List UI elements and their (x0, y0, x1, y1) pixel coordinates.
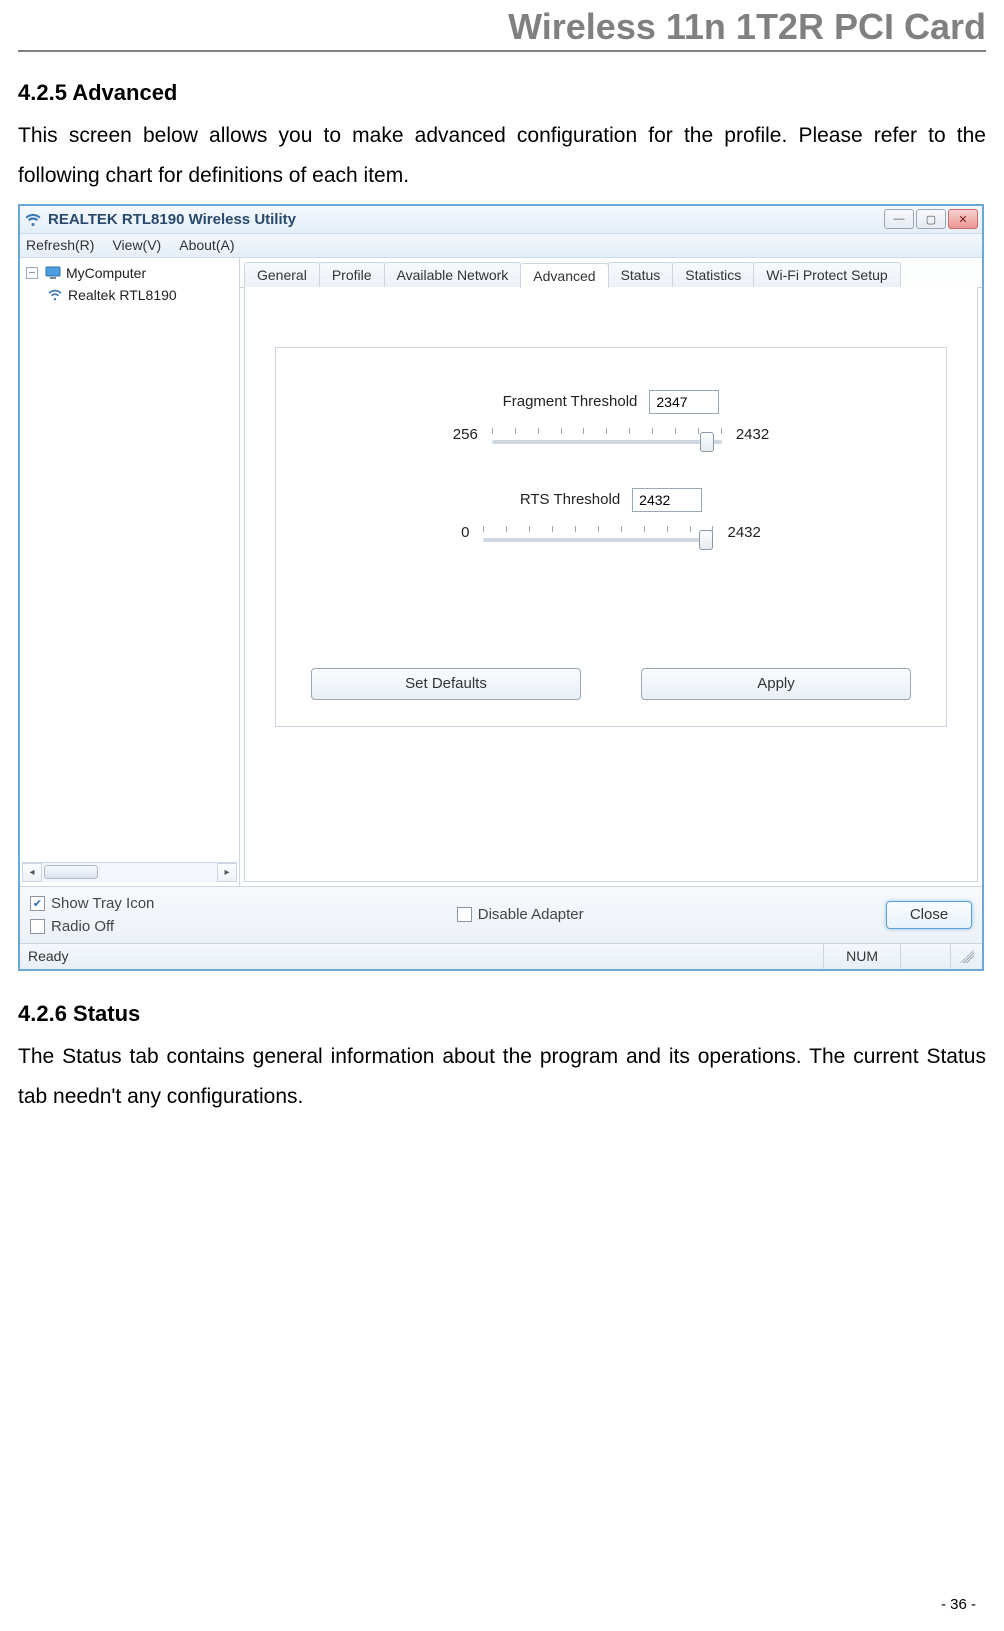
disable-adapter-label: Disable Adapter (478, 906, 584, 923)
tab-advanced[interactable]: Advanced (520, 263, 608, 288)
adapter-icon (46, 286, 64, 304)
sidebar-scrollbar[interactable]: ◂ ▸ (22, 862, 237, 882)
set-defaults-button[interactable]: Set Defaults (311, 668, 581, 700)
fragment-row: Fragment Threshold (276, 390, 946, 414)
tree-child-label: Realtek RTL8190 (68, 287, 177, 303)
fragment-min: 256 (453, 426, 478, 443)
rts-max: 2432 (727, 524, 760, 541)
minimize-button[interactable]: — (884, 209, 914, 229)
scroll-thumb[interactable] (44, 865, 98, 879)
status-empty-cell (900, 944, 950, 969)
fragment-label: Fragment Threshold (503, 393, 638, 410)
resize-grip-icon[interactable] (950, 944, 974, 969)
show-tray-label: Show Tray Icon (51, 895, 154, 912)
show-tray-checkbox[interactable]: ✔ Show Tray Icon (30, 895, 154, 912)
rts-label: RTS Threshold (520, 491, 620, 508)
section-426-body: The Status tab contains general informat… (18, 1037, 986, 1117)
apply-button[interactable]: Apply (641, 668, 911, 700)
tab-wps[interactable]: Wi-Fi Protect Setup (753, 262, 900, 287)
device-tree: – MyComputer Realtek RTL8190 (22, 262, 237, 862)
fragment-slider-thumb[interactable] (700, 432, 714, 452)
content-area: General Profile Available Network Advanc… (240, 258, 982, 886)
main-area: – MyComputer Realtek RTL8190 ◂ (20, 258, 982, 886)
fragment-max: 2432 (736, 426, 769, 443)
status-num: NUM (823, 944, 900, 969)
rts-row: RTS Threshold (276, 488, 946, 512)
radio-off-checkbox[interactable]: Radio Off (30, 918, 154, 935)
section-425-body: This screen below allows you to make adv… (18, 116, 986, 196)
page-number: - 36 - (941, 1596, 976, 1613)
menubar: Refresh(R) View(V) About(A) (20, 234, 982, 258)
app-window: REALTEK RTL8190 Wireless Utility — ▢ ✕ R… (18, 204, 984, 971)
menu-view[interactable]: View(V) (112, 237, 161, 253)
sidebar: – MyComputer Realtek RTL8190 ◂ (20, 258, 240, 886)
radio-off-label: Radio Off (51, 918, 114, 935)
checkbox-checked-icon: ✔ (30, 896, 45, 911)
close-button[interactable]: Close (886, 901, 972, 929)
tree-collapse-icon[interactable]: – (26, 267, 38, 279)
tab-available-network[interactable]: Available Network (384, 262, 522, 287)
wireless-icon (24, 210, 42, 228)
tree-root-label: MyComputer (66, 265, 146, 281)
rts-slider-row: 0 2432 (276, 520, 946, 546)
status-ready: Ready (28, 948, 68, 964)
close-window-button[interactable]: ✕ (948, 209, 978, 229)
tab-status[interactable]: Status (608, 262, 674, 287)
computer-icon (44, 264, 62, 282)
section-425-heading: 4.2.5 Advanced (18, 80, 986, 106)
rts-slider[interactable] (483, 520, 713, 546)
advanced-panel: Fragment Threshold 256 2432 RTS Thr (244, 287, 978, 882)
statusbar: Ready NUM (20, 943, 982, 969)
menu-about[interactable]: About(A) (179, 237, 234, 253)
rts-slider-thumb[interactable] (699, 530, 713, 550)
disable-adapter-checkbox[interactable]: Disable Adapter (457, 906, 584, 923)
window-title: REALTEK RTL8190 Wireless Utility (48, 211, 884, 228)
tree-child-row[interactable]: Realtek RTL8190 (22, 284, 237, 306)
section-426-heading: 4.2.6 Status (18, 1001, 986, 1027)
tree-root-row[interactable]: – MyComputer (22, 262, 237, 284)
window-buttons: — ▢ ✕ (884, 209, 978, 229)
advanced-groupbox: Fragment Threshold 256 2432 RTS Thr (275, 347, 947, 727)
tab-strip: General Profile Available Network Advanc… (240, 258, 982, 288)
advanced-buttons: Set Defaults Apply (276, 668, 946, 700)
rts-input[interactable] (632, 488, 702, 512)
bottom-bar: ✔ Show Tray Icon Radio Off Disable Adapt… (20, 886, 982, 943)
scroll-right-icon[interactable]: ▸ (217, 863, 237, 882)
tab-profile[interactable]: Profile (319, 262, 385, 287)
titlebar: REALTEK RTL8190 Wireless Utility — ▢ ✕ (20, 206, 982, 234)
rts-min: 0 (461, 524, 469, 541)
checkbox-unchecked-icon (30, 919, 45, 934)
fragment-slider[interactable] (492, 422, 722, 448)
menu-refresh[interactable]: Refresh(R) (26, 237, 94, 253)
fragment-input[interactable] (649, 390, 719, 414)
tab-statistics[interactable]: Statistics (672, 262, 754, 287)
checkbox-unchecked-icon (457, 907, 472, 922)
scroll-left-icon[interactable]: ◂ (22, 863, 42, 882)
document-header: Wireless 11n 1T2R PCI Card (18, 0, 986, 52)
maximize-button[interactable]: ▢ (916, 209, 946, 229)
tab-general[interactable]: General (244, 262, 320, 287)
scroll-track[interactable] (42, 863, 217, 882)
fragment-slider-row: 256 2432 (276, 422, 946, 448)
